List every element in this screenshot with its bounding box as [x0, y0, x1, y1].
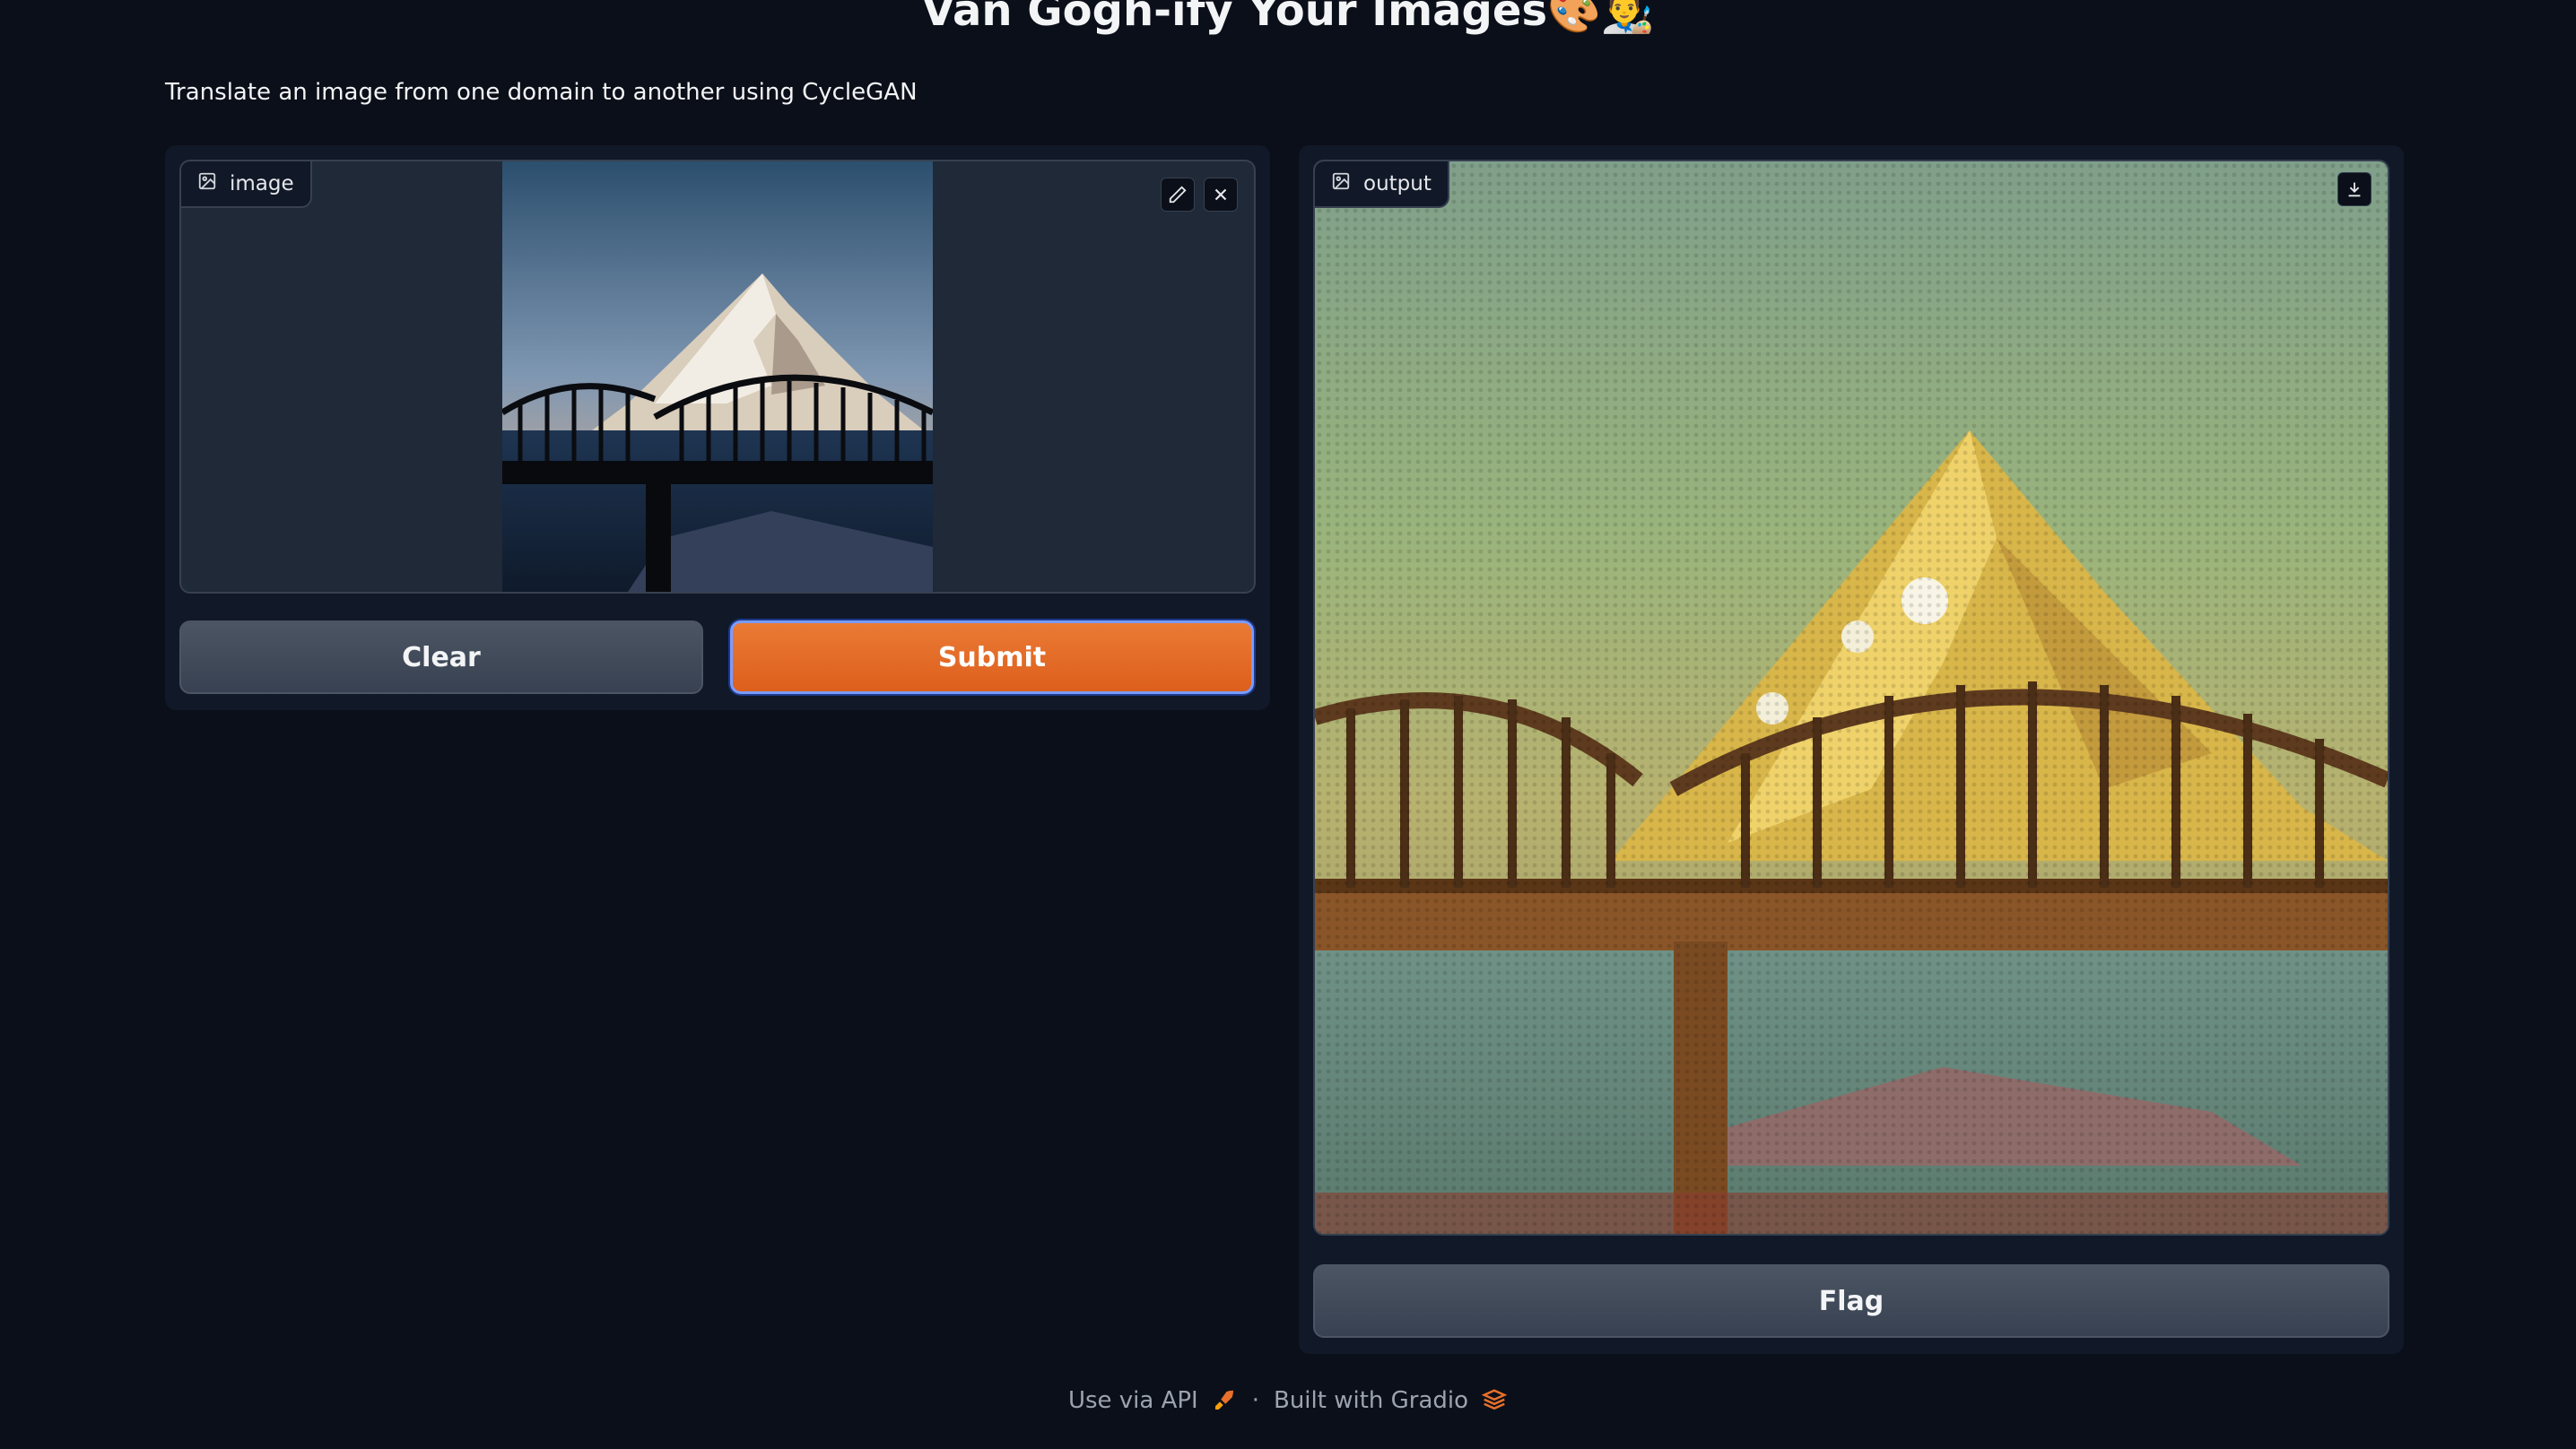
page-title: Van Gogh-ify Your Images🎨👨‍🎨: [921, 0, 1655, 36]
use-via-api-link[interactable]: Use via API: [1068, 1387, 1238, 1414]
edit-icon: [1169, 186, 1187, 204]
image-label-text: image: [230, 172, 294, 195]
download-icon: [2348, 182, 2361, 197]
image-icon: [1331, 171, 1351, 196]
clear-button[interactable]: Clear: [179, 620, 703, 694]
output-label: output: [1315, 161, 1449, 208]
close-button[interactable]: [1204, 178, 1238, 212]
input-panel: image Clear Submit: [165, 145, 1270, 710]
image-icon: [197, 171, 217, 196]
submit-button[interactable]: Submit: [730, 620, 1254, 694]
gradio-logo-icon: [1481, 1389, 1508, 1410]
download-button[interactable]: [2337, 172, 2371, 206]
image-label: image: [181, 161, 312, 208]
built-with-gradio-link[interactable]: Built with Gradio: [1274, 1387, 1508, 1414]
page-description: Translate an image from one domain to an…: [165, 79, 918, 106]
image-input[interactable]: image: [179, 160, 1256, 594]
edit-button[interactable]: [1161, 178, 1195, 212]
footer: Use via API · Built with Gradio: [0, 1383, 2576, 1419]
uploaded-photo: [502, 161, 933, 592]
rocket-icon: [1214, 1390, 1233, 1410]
footer-separator: ·: [1251, 1387, 1259, 1414]
stylized-output-image: [1315, 161, 2388, 1234]
output-panel: output Flag: [1299, 145, 2404, 1354]
image-output: output: [1313, 160, 2389, 1236]
close-icon: [1214, 188, 1227, 201]
flag-button[interactable]: Flag: [1313, 1264, 2389, 1338]
output-label-text: output: [1363, 172, 1432, 195]
